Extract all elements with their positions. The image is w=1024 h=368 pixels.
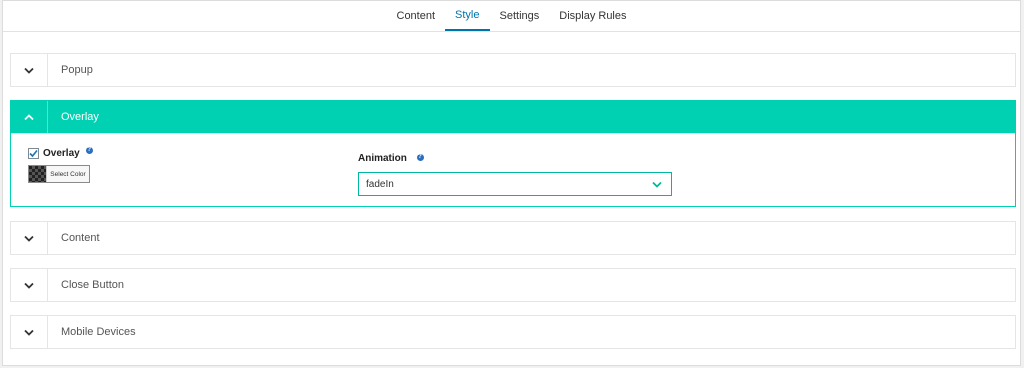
- panel-overlay-title: Overlay: [61, 111, 99, 123]
- panel-content: Content: [10, 221, 1016, 255]
- tab-settings[interactable]: Settings: [490, 1, 550, 31]
- animation-select-value: fadeIn: [366, 178, 394, 190]
- tab-content[interactable]: Content: [387, 1, 446, 31]
- panel-overlay: Overlay Overlay ? Select Color Animation…: [10, 100, 1016, 207]
- panel-content-header[interactable]: Content: [11, 222, 1015, 254]
- chevron-down-icon[interactable]: [11, 54, 48, 86]
- tab-display-rules[interactable]: Display Rules: [549, 1, 636, 31]
- panel-overlay-header[interactable]: Overlay: [11, 101, 1015, 133]
- checkmark-icon: [29, 149, 38, 158]
- panel-close-button-header[interactable]: Close Button: [11, 269, 1015, 301]
- panel-mobile-devices: Mobile Devices: [10, 315, 1016, 349]
- chevron-down-icon: [652, 181, 662, 188]
- settings-frame: Content Style Settings Display Rules Pop…: [2, 0, 1021, 366]
- chevron-down-icon[interactable]: [11, 316, 48, 348]
- animation-label: Animation: [358, 153, 407, 164]
- animation-field: Animation ? fadeIn: [358, 149, 672, 196]
- color-swatch[interactable]: [29, 166, 46, 182]
- chevron-down-icon[interactable]: [11, 269, 48, 301]
- overlay-field: Overlay ? Select Color: [28, 147, 93, 183]
- help-icon[interactable]: ?: [416, 154, 424, 161]
- panel-popup: Popup: [10, 53, 1016, 87]
- animation-select[interactable]: fadeIn: [358, 172, 672, 196]
- chevron-down-icon[interactable]: [11, 222, 48, 254]
- panel-overlay-body: Overlay ? Select Color Animation ? fadeI…: [11, 133, 1015, 206]
- tab-bar: Content Style Settings Display Rules: [3, 1, 1020, 32]
- panel-mobile-devices-title: Mobile Devices: [61, 326, 136, 338]
- tab-style[interactable]: Style: [445, 1, 490, 31]
- panel-close-button-title: Close Button: [61, 279, 124, 291]
- panel-mobile-devices-header[interactable]: Mobile Devices: [11, 316, 1015, 348]
- panel-popup-header[interactable]: Popup: [11, 54, 1015, 86]
- select-color-button[interactable]: Select Color: [46, 166, 89, 182]
- overlay-checkbox-row: Overlay ?: [28, 147, 93, 159]
- overlay-color-picker[interactable]: Select Color: [28, 165, 90, 183]
- overlay-label: Overlay: [43, 148, 80, 159]
- panel-popup-title: Popup: [61, 64, 93, 76]
- panel-content-title: Content: [61, 232, 100, 244]
- overlay-checkbox[interactable]: [28, 148, 39, 159]
- panel-close-button: Close Button: [10, 268, 1016, 302]
- help-icon[interactable]: ?: [85, 147, 93, 154]
- chevron-up-icon[interactable]: [11, 101, 48, 133]
